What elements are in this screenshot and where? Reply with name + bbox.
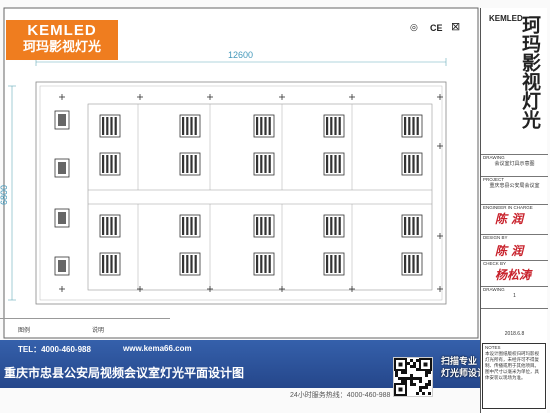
grille-light (253, 114, 275, 138)
grille-light (99, 114, 121, 138)
grille-light (179, 152, 201, 176)
grille-light (179, 214, 201, 238)
grille-light (401, 252, 423, 276)
phone-number: TEL：4000-460-988 (18, 345, 91, 354)
date-cell: 2018.6.8 (481, 308, 548, 338)
panel-light-icon (54, 110, 70, 130)
grille-light (401, 214, 423, 238)
grille-light (179, 252, 201, 276)
weee-bin-icon: ⊠ (451, 21, 461, 33)
checker-signature: 杨松涛 (495, 268, 532, 282)
drawing-name-cell: DRAWING 会议室灯具示意图 (481, 154, 548, 176)
designer-signature: 陈 润 (495, 244, 524, 258)
qr-code-icon[interactable] (393, 357, 433, 397)
drawing-title: 重庆市忠县公安局视频会议室灯光平面设计图 (4, 366, 245, 380)
title-block-brand: 珂玛影视灯光 (519, 15, 540, 129)
grille-light (99, 152, 121, 176)
drawing-sheet: KEMLED 珂玛影视灯光 ◎ CE ⊠ 12600 6800 图例 说明 TE… (0, 0, 550, 413)
grille-light (179, 114, 201, 138)
height-dimension: 6800 (0, 184, 10, 206)
grille-light (99, 214, 121, 238)
legend-col-symbol: 图例 (18, 328, 31, 334)
grille-light (401, 152, 423, 176)
scan-line-1: 扫描专业 (441, 356, 478, 366)
grille-light (401, 114, 423, 138)
legend-col-desc: 说明 (92, 328, 105, 334)
grille-light (323, 152, 345, 176)
grille-light (253, 214, 275, 238)
notes-box: NOTES 本设计图纸版权归珂玛影视灯光所有，未经许可不得复制、传播或用于其他项… (482, 343, 546, 409)
hotline-text: 24小时服务热线：4000-460-988 (290, 392, 391, 399)
project-cell: PROJECT 重庆忠县公安局会议室 (481, 176, 548, 204)
grille-light (99, 252, 121, 276)
drawing-no-cell: DRAWING 1 (481, 286, 548, 308)
panel-light-icon (54, 158, 70, 178)
panel-light-icon (54, 208, 70, 228)
round-certification-icon: ◎ (410, 22, 418, 32)
panel-light-icon (54, 256, 70, 276)
grille-light (323, 252, 345, 276)
grille-light (323, 114, 345, 138)
logo-en: KEMLED (27, 22, 97, 39)
width-dimension: 12600 (228, 50, 254, 60)
logo-cn: 珂玛影视灯光 (22, 39, 101, 54)
website-link[interactable]: www.kema66.com (123, 344, 192, 353)
grille-light (323, 214, 345, 238)
engineer-signature: 陈 润 (495, 212, 524, 226)
grille-light (253, 152, 275, 176)
grille-light (253, 252, 275, 276)
ce-mark-icon: CE (430, 23, 443, 33)
room-outline (35, 81, 447, 305)
brand-logo: KEMLED 珂玛影视灯光 (6, 20, 118, 60)
